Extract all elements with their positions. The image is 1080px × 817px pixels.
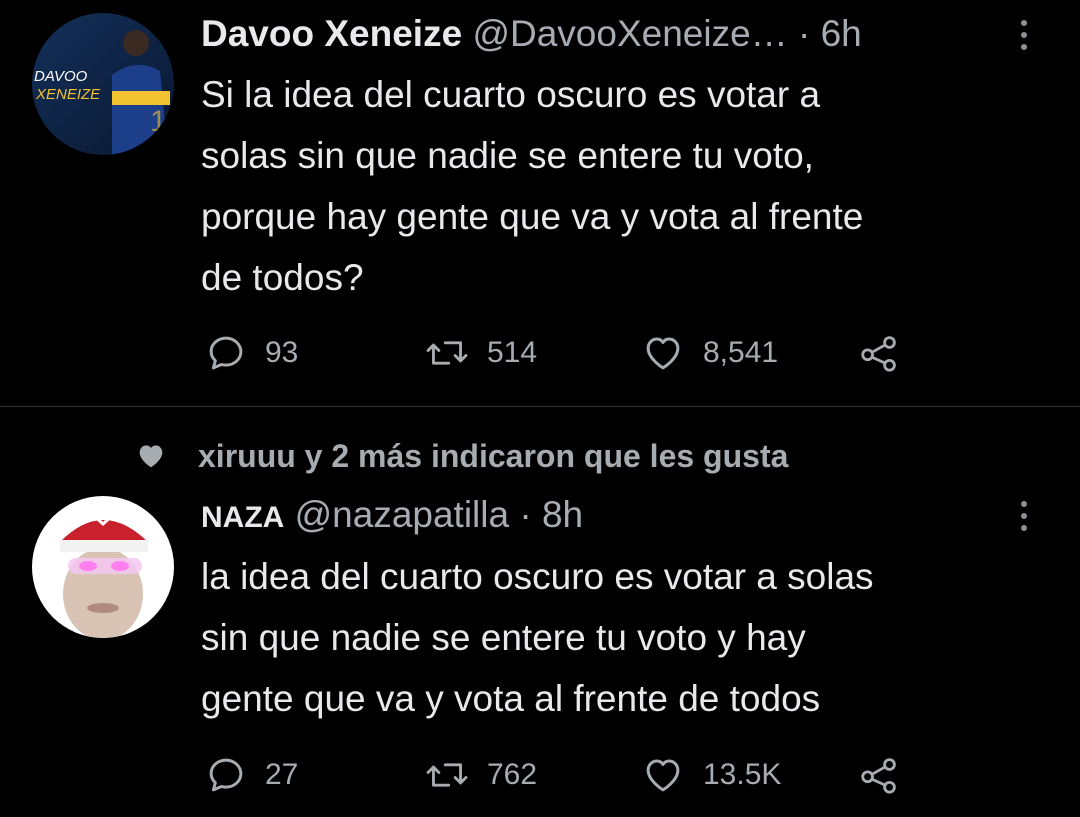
like-count: 13.5K xyxy=(703,758,782,791)
avatar[interactable]: 10 DAVOO XENEIZE xyxy=(32,13,174,155)
share-icon xyxy=(861,336,896,372)
tweet-header: Davoo Xeneize @DavooXeneize… · 6h xyxy=(201,12,862,56)
separator-dot: · xyxy=(519,494,532,535)
timestamp[interactable]: 6h xyxy=(821,13,862,54)
reply-icon xyxy=(209,336,243,370)
tweet-text: Si la idea del cuarto oscuro es votar a … xyxy=(201,64,863,308)
tweet-header: NAZA @nazapatilla · 8h xyxy=(201,493,583,540)
reply-button[interactable]: 93 xyxy=(205,331,298,375)
retweet-button[interactable]: 762 xyxy=(425,753,537,797)
svg-text:10: 10 xyxy=(150,105,174,138)
like-button[interactable]: 8,541 xyxy=(641,331,778,375)
share-button[interactable] xyxy=(857,331,901,375)
avatar[interactable] xyxy=(32,496,174,638)
reply-count: 27 xyxy=(265,758,299,791)
avatar-logo-line2: XENEIZE xyxy=(35,86,101,103)
social-context[interactable]: xiruuu y 2 más indicaron que les gusta xyxy=(134,434,788,478)
tweet-text: la idea del cuarto oscuro es votar a sol… xyxy=(201,546,874,729)
share-icon xyxy=(861,758,896,794)
tweet-text-line: Si la idea del cuarto oscuro es votar a xyxy=(201,74,821,115)
tweet[interactable]: xiruuu y 2 más indicaron que les gusta N… xyxy=(0,407,1080,817)
reply-icon xyxy=(209,758,243,792)
retweet-icon xyxy=(426,763,468,787)
tweet-actions: 27 762 13.5K xyxy=(201,753,961,797)
avatar-image xyxy=(32,496,174,638)
tweet-text-line: porque hay gente que va y vota al frente xyxy=(201,196,864,237)
tweet-text-line: gente que va y vota al frente de todos xyxy=(201,678,821,719)
handle[interactable]: @DavooXeneize… xyxy=(472,13,787,54)
display-name[interactable]: NAZA xyxy=(201,501,284,534)
timestamp[interactable]: 8h xyxy=(542,494,583,535)
reply-count: 93 xyxy=(265,336,299,369)
tweet[interactable]: 10 DAVOO XENEIZE Davoo Xeneize @DavooXen… xyxy=(0,0,1080,406)
heart-icon xyxy=(646,337,680,370)
more-icon[interactable] xyxy=(1017,499,1031,535)
display-name[interactable]: Davoo Xeneize xyxy=(201,13,462,54)
share-button[interactable] xyxy=(857,753,901,797)
tweet-text-line: solas sin que nadie se entere tu voto, xyxy=(201,135,814,176)
tweet-actions: 93 514 8,541 xyxy=(201,331,961,375)
separator-dot: · xyxy=(797,13,811,54)
handle[interactable]: @nazapatilla xyxy=(295,494,509,535)
heart-icon xyxy=(646,759,680,792)
avatar-logo-line1: DAVOO xyxy=(34,68,88,85)
social-context-text: xiruuu y 2 más indicaron que les gusta xyxy=(198,437,789,474)
retweet-icon xyxy=(426,341,468,365)
retweet-count: 514 xyxy=(487,336,538,369)
like-count: 8,541 xyxy=(703,336,779,369)
avatar-image: 10 DAVOO XENEIZE xyxy=(32,13,174,155)
tweet-text-line: de todos? xyxy=(201,257,364,298)
tweet-text-line: la idea del cuarto oscuro es votar a sol… xyxy=(201,556,874,597)
tweet-text-line: sin que nadie se entere tu voto y hay xyxy=(201,617,806,658)
retweet-button[interactable]: 514 xyxy=(425,331,537,375)
more-icon[interactable] xyxy=(1017,18,1031,54)
retweet-count: 762 xyxy=(487,758,538,791)
like-button[interactable]: 13.5K xyxy=(641,753,781,797)
reply-button[interactable]: 27 xyxy=(205,753,298,797)
heart-filled-icon xyxy=(139,445,163,468)
